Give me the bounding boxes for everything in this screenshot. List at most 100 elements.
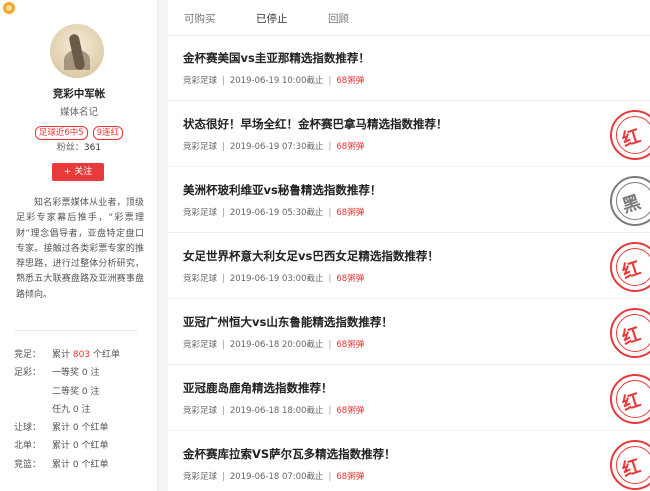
win-stamp-icon: 红 xyxy=(610,242,650,292)
stat-suffix: 注 xyxy=(81,404,91,415)
tag-streak: 足球近6中5 xyxy=(34,126,88,140)
tab-bar: 可购买 已停止 回顾 xyxy=(168,0,650,36)
list-item[interactable]: 亚冠鹿岛鹿角精选指数推荐！ 竞彩足球 | 2019-06-18 18:00截止 | 68粥… xyxy=(168,366,650,431)
list-item[interactable]: 女足世界杯意大利女足vs巴西女足精选指数推荐！ 竞彩足球 | 2019-06-19 0… xyxy=(168,234,650,299)
stat-suffix: 个红单 xyxy=(81,459,109,470)
item-title[interactable]: 女足世界杯意大利女足vs巴西女足精选指数推荐！ xyxy=(183,248,439,264)
stat-prefix: 累计 xyxy=(52,441,71,452)
stat-prefix: 任九 xyxy=(52,404,71,415)
item-title[interactable]: 金杯赛美国vs圭亚那精选指数推荐！ xyxy=(183,50,370,66)
profile-tags: 足球近6中5 9连红 xyxy=(0,120,158,140)
stat-value: 累计 803 个红单 xyxy=(52,348,120,362)
separator: | xyxy=(222,340,225,350)
item-category: 竞彩足球 xyxy=(183,208,218,218)
site-logo-icon xyxy=(3,2,15,14)
stat-number: 0 xyxy=(81,368,88,379)
stat-key: 竞足： xyxy=(14,350,42,360)
profile-role: 媒体名记 xyxy=(59,107,98,118)
stat-number: 0 xyxy=(72,459,79,470)
item-price: 68粥弹 xyxy=(336,340,365,350)
item-title[interactable]: 亚冠鹿岛鹿角精选指数推荐！ xyxy=(183,380,333,396)
stat-value: 累计 0 个红单 xyxy=(52,439,109,453)
main-panel: 可购买 已停止 回顾 金杯赛美国vs圭亚那精选指数推荐！ 竞彩足球 | 2019-06… xyxy=(168,0,650,491)
separator: | xyxy=(328,142,332,152)
stat-prefix: 一等奖 xyxy=(52,368,80,379)
tab-available[interactable]: 可购买 xyxy=(184,11,216,26)
stat-suffix: 个红单 xyxy=(81,441,109,452)
stat-number: 0 xyxy=(81,386,88,397)
separator: | xyxy=(328,208,332,218)
list-item[interactable]: 金杯赛美国vs圭亚那精选指数推荐！ 竞彩足球 | 2019-06-19 10:00截止… xyxy=(168,36,650,101)
win-stamp-icon: 红 xyxy=(610,110,650,160)
item-meta: 竞彩足球 | 2019-06-18 07:00截止 | 68粥弹 xyxy=(183,470,364,482)
item-time: 2019-06-19 10:00截止 xyxy=(229,76,324,86)
stat-suffix: 个红单 xyxy=(81,423,109,434)
item-price: 68粥弹 xyxy=(336,472,365,482)
stat-value: 一等奖 0 注 xyxy=(52,366,100,380)
stat-value: 二等奖 0 注 xyxy=(52,385,100,399)
fans-count: 粉丝：361 xyxy=(0,140,158,153)
profile-name: 竞彩中军帐 xyxy=(52,88,106,100)
stat-prefix: 累计 xyxy=(52,459,71,470)
separator: | xyxy=(328,472,332,482)
profile-description: 知名彩票媒体从业者，顶级足彩专家幕后推手，“彩票理财”理念倡导者，亚盘特定盘口专… xyxy=(16,198,144,300)
stat-number: 0 xyxy=(72,441,79,452)
stat-number: 0 xyxy=(72,404,79,415)
stat-prefix: 累计 xyxy=(52,350,71,360)
item-title[interactable]: 美洲杯玻利维亚vs秘鲁精选指数推荐！ xyxy=(183,182,381,198)
fans-label: 粉丝： xyxy=(56,143,84,153)
stat-value: 任九 0 注 xyxy=(52,403,91,417)
stat-key: 北单： xyxy=(14,441,42,452)
separator: | xyxy=(222,76,225,86)
separator: | xyxy=(222,142,225,152)
stat-suffix: 注 xyxy=(90,368,100,379)
stat-number: 0 xyxy=(72,423,79,434)
item-meta: 竞彩足球 | 2019-06-19 07:30截止 | 68粥弹 xyxy=(183,140,364,152)
tag-consecutive: 9连红 xyxy=(92,126,124,140)
item-category: 竞彩足球 xyxy=(183,76,218,86)
separator: | xyxy=(328,274,332,284)
item-category: 竞彩足球 xyxy=(183,142,218,152)
item-time: 2019-06-18 18:00截止 xyxy=(229,406,324,416)
item-meta: 竞彩足球 | 2019-06-18 20:00截止 | 68粥弹 xyxy=(183,338,364,350)
tab-review[interactable]: 回顾 xyxy=(328,11,349,26)
avatar xyxy=(50,24,104,78)
item-title[interactable]: 状态很好！早场全红！金杯赛巴拿马精选指数推荐！ xyxy=(183,116,448,132)
item-time: 2019-06-18 20:00截止 xyxy=(229,340,324,350)
item-category: 竞彩足球 xyxy=(183,406,218,416)
win-stamp-icon: 红 xyxy=(610,308,650,358)
item-title[interactable]: 金杯赛库拉索VS萨尔瓦多精选指数推荐！ xyxy=(183,446,396,462)
item-meta: 竞彩足球 | 2019-06-19 05:30截止 | 68粥弹 xyxy=(183,206,364,218)
follow-button[interactable]: + 关注 xyxy=(52,163,104,181)
separator: | xyxy=(328,76,332,86)
stat-suffix: 注 xyxy=(90,386,100,397)
separator: | xyxy=(222,406,225,416)
stat-number: 803 xyxy=(72,350,91,360)
stat-value: 累计 0 个红单 xyxy=(52,458,109,472)
item-price: 68粥弹 xyxy=(336,406,365,416)
item-price: 68粥弹 xyxy=(336,208,365,218)
page: 竞彩中军帐 媒体名记 足球近6中5 9连红 粉丝：361 + 关注 知名彩票媒体… xyxy=(0,0,650,491)
item-category: 竞彩足球 xyxy=(183,274,218,284)
stat-suffix: 个红单 xyxy=(92,350,120,360)
list-item[interactable]: 亚冠广州恒大vs山东鲁能精选指数推荐！ 竞彩足球 | 2019-06-18 20:00… xyxy=(168,300,650,365)
item-time: 2019-06-19 07:30截止 xyxy=(229,142,324,152)
stat-key: 竞篮： xyxy=(14,459,42,470)
tab-stopped[interactable]: 已停止 xyxy=(256,11,288,26)
separator: | xyxy=(222,208,225,218)
item-price: 68粥弹 xyxy=(336,142,365,152)
divider xyxy=(14,330,138,331)
separator: | xyxy=(328,340,332,350)
profile-sidebar: 竞彩中军帐 媒体名记 足球近6中5 9连红 粉丝：361 + 关注 知名彩票媒体… xyxy=(0,0,158,491)
stat-prefix: 二等奖 xyxy=(52,386,80,397)
list-item[interactable]: 美洲杯玻利维亚vs秘鲁精选指数推荐！ 竞彩足球 | 2019-06-19 05:30截… xyxy=(168,168,650,233)
list-item[interactable]: 状态很好！早场全红！金杯赛巴拿马精选指数推荐！ 竞彩足球 | 2019-06-19 0… xyxy=(168,102,650,167)
item-meta: 竞彩足球 | 2019-06-19 10:00截止 | 68粥弹 xyxy=(183,74,364,86)
stat-key: 足彩： xyxy=(14,368,42,379)
stat-value: 累计 0 个红单 xyxy=(52,421,109,435)
fans-value: 361 xyxy=(83,143,102,153)
list-item[interactable]: 金杯赛库拉索VS萨尔瓦多精选指数推荐！ 竞彩足球 | 2019-06-18 07:00… xyxy=(168,432,650,491)
item-title[interactable]: 亚冠广州恒大vs山东鲁能精选指数推荐！ xyxy=(183,314,393,330)
item-meta: 竞彩足球 | 2019-06-18 18:00截止 | 68粥弹 xyxy=(183,404,364,416)
item-price: 68粥弹 xyxy=(336,76,365,86)
